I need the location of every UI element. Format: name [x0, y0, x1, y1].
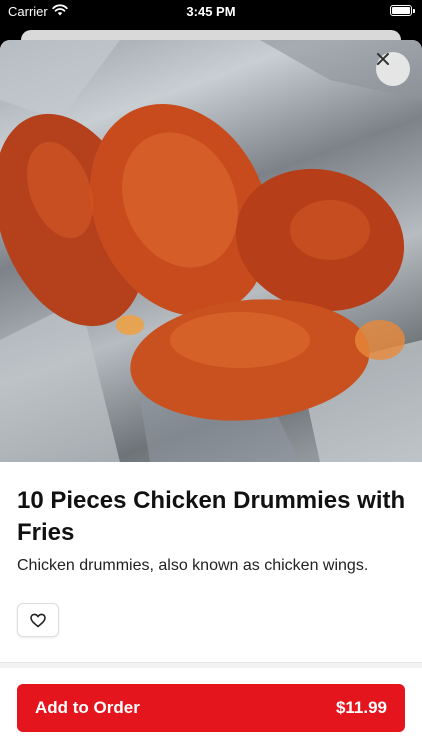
add-to-order-button[interactable]: Add to Order $11.99 — [17, 684, 405, 732]
order-price: $11.99 — [335, 698, 387, 717]
item-title: 10 Pieces Chicken Drummies with Fries — [17, 487, 406, 546]
battery-icon — [390, 5, 415, 16]
add-to-order-label: Add to Order — [35, 698, 140, 717]
status-time: 3:45 PM — [186, 4, 236, 19]
close-button[interactable] — [376, 52, 410, 86]
item-photo — [0, 40, 422, 462]
heart-icon — [30, 613, 46, 627]
order-footer: Add to Order $11.99 — [0, 668, 422, 750]
status-bar: Carrier 3:45 PM — [0, 0, 422, 24]
item-description: Chicken drummies, also known as chicken … — [17, 557, 369, 574]
item-detail-sheet: 10 Pieces Chicken Drummies with Fries Ch… — [0, 40, 422, 750]
favorite-button[interactable] — [17, 603, 59, 637]
close-icon — [377, 53, 389, 65]
